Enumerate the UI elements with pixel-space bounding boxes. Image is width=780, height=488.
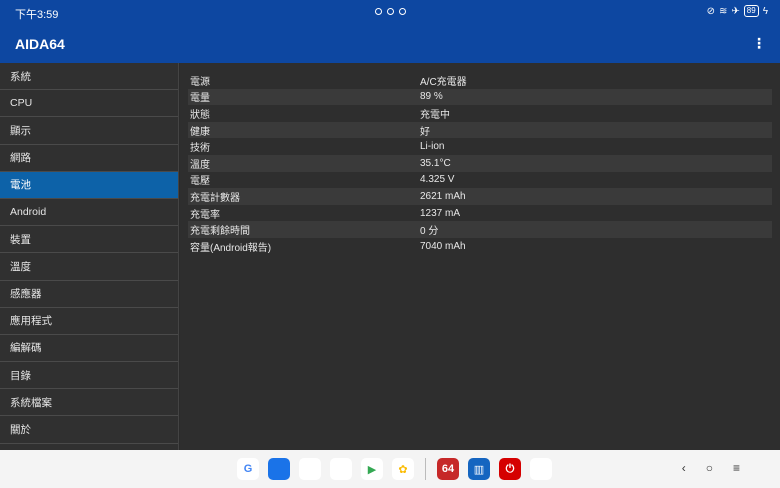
info-key: 充電率	[190, 209, 220, 221]
info-value: 好	[420, 126, 430, 138]
wifi-icon: ≋	[719, 5, 728, 17]
info-value: 89 %	[420, 91, 443, 103]
charging-icon: ϟ	[762, 5, 768, 17]
info-value: 充電中	[420, 109, 450, 121]
info-row: 電源 A/C充電器	[188, 72, 772, 89]
info-key: 電量	[190, 93, 210, 105]
info-row: 技術 Li-ion	[188, 138, 772, 155]
info-key: 技術	[190, 143, 210, 155]
info-key: 電壓	[190, 176, 210, 188]
photos-icon[interactable]: ✿	[392, 458, 414, 480]
status-time: 下午3:59	[15, 9, 59, 21]
info-key: 溫度	[190, 159, 210, 171]
sidebar-item[interactable]: Android	[0, 199, 178, 227]
recents-icon[interactable]: ≡	[733, 461, 740, 475]
info-key: 電源	[190, 76, 210, 88]
app-bar: AIDA64 ⋮	[0, 25, 780, 63]
multitask-dots[interactable]	[375, 8, 406, 15]
sidebar-item[interactable]: 裝置	[0, 226, 178, 254]
assistant-icon[interactable]	[330, 458, 352, 480]
home-icon[interactable]: ○	[706, 461, 713, 475]
info-value: 4.325 V	[420, 174, 455, 186]
sidebar-item[interactable]: 關於	[0, 416, 178, 444]
sidebar-item[interactable]: 目錄	[0, 362, 178, 390]
info-row: 電量 89 %	[188, 88, 772, 106]
info-key: 狀態	[190, 109, 210, 121]
dock-divider	[425, 458, 426, 480]
messages-icon[interactable]	[268, 458, 290, 480]
sidebar: 系統 CPU 顯示 網路 電池 Android 裝置 溫度 感應器 應用程式 編解碼 目錄 系統檔案 關於	[0, 63, 179, 450]
sidebar-item[interactable]: 系統	[0, 63, 178, 91]
battery-info-panel: 電源 A/C充電器電量 89 % 狀態 充電中健康 好技術 Li-ion 溫度 35.1°C 電壓…	[180, 63, 780, 450]
info-value: A/C充電器	[420, 76, 467, 88]
sidebar-item[interactable]: 感應器	[0, 281, 178, 308]
info-row: 狀態 充電中	[188, 105, 772, 122]
info-key: 容量(Android報告)	[190, 242, 272, 254]
power-app-icon[interactable]: ⏻	[499, 458, 521, 480]
play-store-icon[interactable]: ▶	[361, 458, 383, 480]
chrome-icon[interactable]	[299, 458, 321, 480]
info-value: 35.1°C	[420, 157, 451, 169]
back-icon[interactable]: ‹	[682, 461, 686, 475]
info-row: 溫度 35.1°C	[188, 154, 772, 172]
status-icons: ⊘ ≋ ✈ 89 ϟ	[707, 5, 768, 17]
status-bar: 下午3:59 ⊘ ≋ ✈ 89 ϟ	[0, 0, 780, 25]
info-row: 電壓 4.325 V	[188, 172, 772, 189]
sidebar-item[interactable]: 編解碼	[0, 335, 178, 363]
info-key: 充電剩餘時間	[190, 226, 250, 238]
overflow-menu-icon[interactable]: ⋮	[752, 35, 766, 52]
nav-keys: ‹ ○ ≡	[682, 461, 740, 475]
info-value: 1237 mA	[420, 207, 461, 219]
info-key: 充電計數器	[190, 192, 240, 204]
info-value: 0 分	[420, 226, 439, 238]
sidebar-item[interactable]: 網路	[0, 145, 178, 172]
app-drawer-icon[interactable]	[530, 458, 552, 480]
info-key: 健康	[190, 126, 210, 138]
dock: G ▶ ✿ 64 ▥ ⏻	[237, 458, 552, 480]
benchmark-icon[interactable]: ▥	[468, 458, 490, 480]
dnd-icon: ⊘	[706, 5, 716, 17]
info-row: 充電計數器 2621 mAh	[188, 188, 772, 205]
info-row: 容量(Android報告) 7040 mAh	[188, 238, 772, 255]
navigation-bar: G ▶ ✿ 64 ▥ ⏻ ‹ ○ ≡	[0, 450, 780, 488]
sidebar-item[interactable]: 顯示	[0, 117, 178, 145]
sidebar-item[interactable]: 應用程式	[0, 308, 178, 335]
sidebar-item[interactable]: 系統檔案	[0, 389, 178, 417]
sidebar-item[interactable]: 電池	[0, 171, 178, 199]
app-title: AIDA64	[15, 36, 65, 52]
sidebar-item[interactable]: CPU	[0, 90, 178, 118]
info-row: 健康 好	[188, 121, 772, 139]
info-value: 7040 mAh	[420, 240, 466, 252]
aida64-icon[interactable]: 64	[437, 458, 459, 480]
info-value: 2621 mAh	[420, 190, 466, 202]
sidebar-item[interactable]: 溫度	[0, 253, 178, 281]
battery-icon: 89	[743, 5, 759, 17]
info-value: Li-ion	[420, 141, 445, 153]
info-row: 充電率 1237 mA	[188, 205, 772, 222]
google-icon[interactable]: G	[237, 458, 259, 480]
airplane-icon: ✈	[731, 5, 740, 17]
info-row: 充電剩餘時間 0 分	[188, 221, 772, 238]
